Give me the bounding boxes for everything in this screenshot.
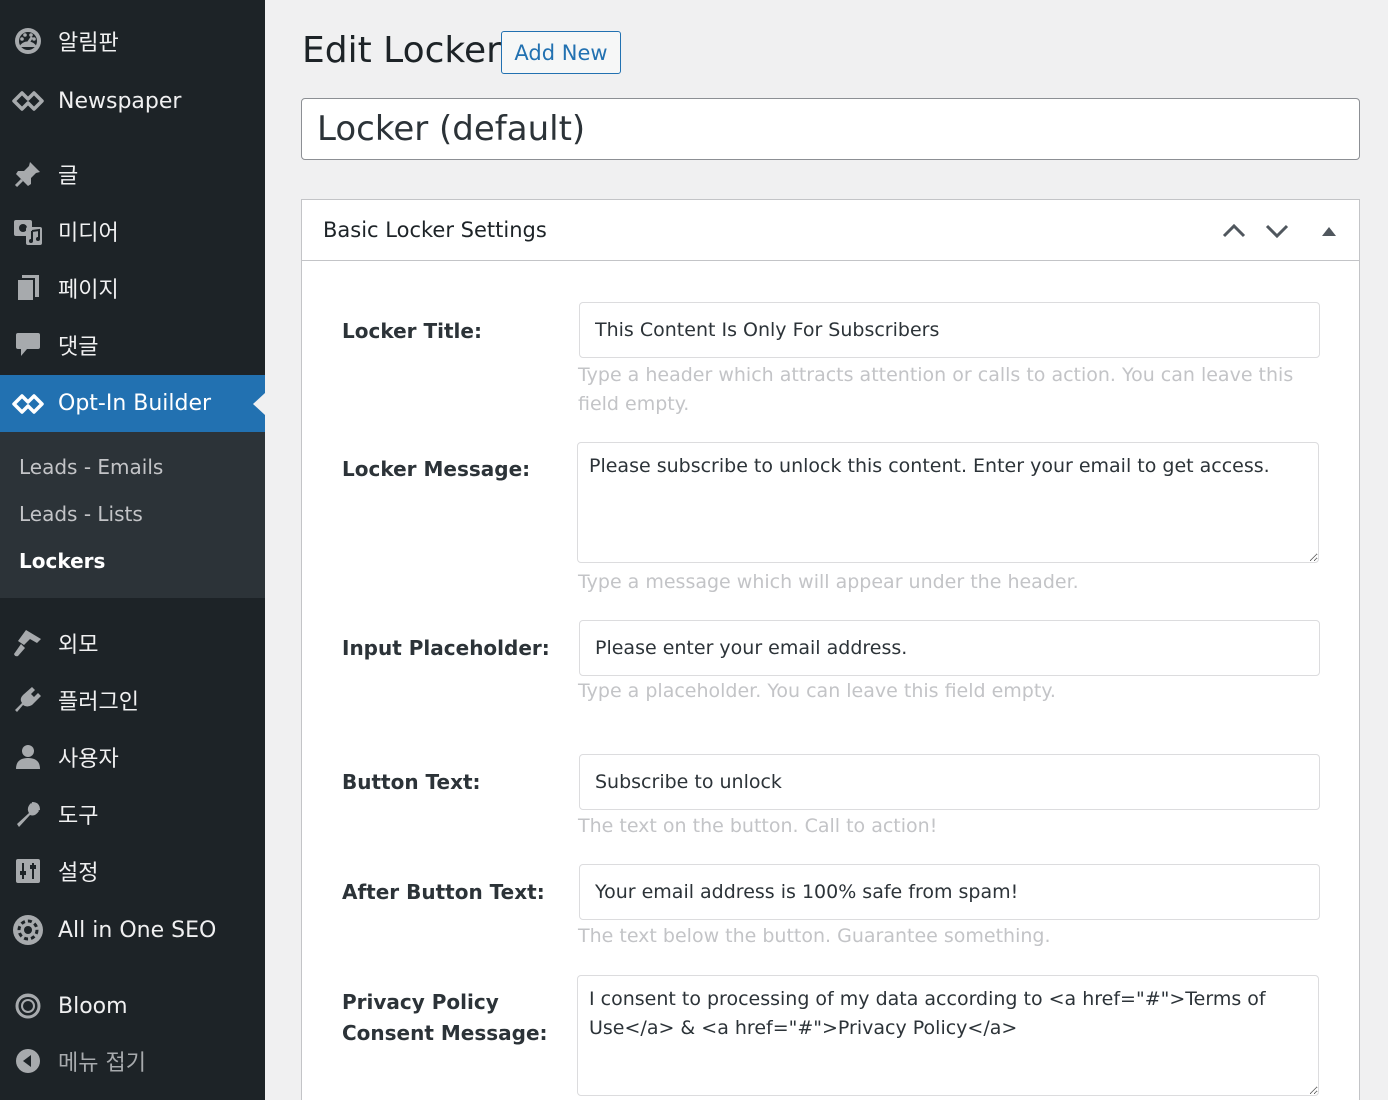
privacy-consent-textarea[interactable]: I consent to processing of my data accor…	[577, 975, 1319, 1096]
page-icon	[11, 271, 45, 305]
pin-icon	[11, 157, 45, 191]
metabox-header: Basic Locker Settings	[302, 200, 1359, 261]
page-title: Edit Locker	[302, 30, 501, 71]
user-icon	[11, 740, 45, 774]
privacy-consent-label-line1: Privacy Policy	[342, 990, 499, 1014]
submenu-item-leads-lists[interactable]: Leads - Lists	[19, 502, 143, 526]
sidebar-collapse-menu[interactable]: 메뉴 접기	[0, 1036, 265, 1086]
locker-message-textarea[interactable]: Please subscribe to unlock this content.…	[577, 442, 1319, 563]
chevron-down-icon	[1265, 224, 1289, 239]
input-placeholder-input[interactable]	[579, 620, 1320, 676]
submenu-item-lockers[interactable]: Lockers	[19, 549, 105, 573]
sidebar-item-posts[interactable]: 글	[0, 149, 265, 199]
aioseo-icon	[11, 913, 45, 947]
sidebar-item-label: 댓글	[58, 335, 99, 360]
sidebar-item-pages[interactable]: 페이지	[0, 263, 265, 313]
sidebar-item-label: 글	[58, 164, 79, 189]
comment-icon	[11, 328, 45, 362]
sidebar-item-label: 외모	[58, 633, 99, 658]
newspaper-icon	[11, 84, 45, 118]
sidebar-item-newspaper[interactable]: Newspaper	[0, 76, 265, 126]
sidebar-item-label: 메뉴 접기	[58, 1051, 146, 1076]
locker-title-label: Locker Title:	[342, 319, 482, 343]
sidebar-item-dashboard[interactable]: 알림판	[0, 16, 265, 66]
privacy-consent-label-line2: Consent Message:	[342, 1021, 548, 1045]
sidebar-item-label: 미디어	[58, 221, 119, 246]
active-indicator	[253, 392, 265, 415]
move-up-button[interactable]	[1217, 214, 1251, 248]
sidebar-item-label: 페이지	[58, 278, 119, 303]
button-text-label: Button Text:	[342, 770, 481, 794]
sidebar-item-label: 플러그인	[58, 690, 139, 715]
locker-message-label: Locker Message:	[342, 457, 531, 481]
brush-icon	[11, 626, 45, 660]
locker-title-input[interactable]	[579, 302, 1320, 358]
input-placeholder-label: Input Placeholder:	[342, 636, 550, 660]
locker-title-help: Type a header which attracts attention o…	[578, 364, 1294, 415]
move-down-button[interactable]	[1260, 214, 1294, 248]
add-new-button[interactable]: Add New	[501, 31, 621, 74]
sidebar-item-aioseo[interactable]: All in One SEO	[0, 905, 265, 955]
button-text-input[interactable]	[579, 754, 1320, 810]
toggle-panel-button[interactable]	[1312, 214, 1346, 248]
sidebar-item-label: Bloom	[58, 993, 128, 1019]
sidebar-item-tools[interactable]: 도구	[0, 789, 265, 839]
chevron-up-icon	[1222, 223, 1246, 238]
collapse-icon	[11, 1044, 45, 1078]
sidebar-item-media[interactable]: 미디어	[0, 206, 265, 256]
optin-builder-submenu: Leads - Emails Leads - Lists Lockers	[0, 432, 265, 598]
sidebar-item-label: 설정	[58, 861, 99, 886]
dashboard-icon	[11, 24, 45, 58]
sidebar-item-optin-builder[interactable]: Opt-In Builder	[0, 375, 265, 432]
metabox-title: Basic Locker Settings	[323, 218, 547, 242]
sidebar-item-label: Newspaper	[58, 88, 182, 114]
after-button-text-help: The text below the button. Guarantee som…	[578, 925, 1051, 947]
after-button-text-label: After Button Text:	[342, 880, 545, 904]
locker-message-help: Type a message which will appear under t…	[578, 571, 1079, 593]
optin-builder-icon	[11, 387, 45, 421]
bloom-icon	[11, 989, 45, 1023]
wrench-icon	[11, 797, 45, 831]
post-title-input[interactable]	[301, 98, 1360, 160]
sidebar-item-label: 사용자	[58, 747, 119, 772]
triangle-up-icon	[1322, 227, 1336, 236]
sidebar-item-label: All in One SEO	[58, 917, 217, 943]
button-text-help: The text on the button. Call to action!	[578, 815, 938, 837]
sidebar-item-label: 도구	[58, 804, 99, 829]
after-button-text-input[interactable]	[579, 864, 1320, 920]
sidebar-item-plugins[interactable]: 플러그인	[0, 675, 265, 725]
sidebar-item-comments[interactable]: 댓글	[0, 320, 265, 370]
media-icon	[11, 214, 45, 248]
plugin-icon	[11, 683, 45, 717]
sidebar-item-users[interactable]: 사용자	[0, 732, 265, 782]
input-placeholder-help: Type a placeholder. You can leave this f…	[578, 680, 1056, 702]
sidebar-item-label: 알림판	[58, 31, 119, 56]
sidebar-item-appearance[interactable]: 외모	[0, 618, 265, 668]
sidebar-item-settings[interactable]: 설정	[0, 846, 265, 896]
settings-icon	[11, 854, 45, 888]
sidebar-item-label: Opt-In Builder	[58, 391, 212, 416]
sidebar-item-bloom[interactable]: Bloom	[0, 981, 265, 1031]
submenu-item-leads-emails[interactable]: Leads - Emails	[19, 455, 163, 479]
admin-sidebar: 알림판 Newspaper 글 미디어 페이지 댓글 Opt-In Builde…	[0, 0, 265, 1100]
